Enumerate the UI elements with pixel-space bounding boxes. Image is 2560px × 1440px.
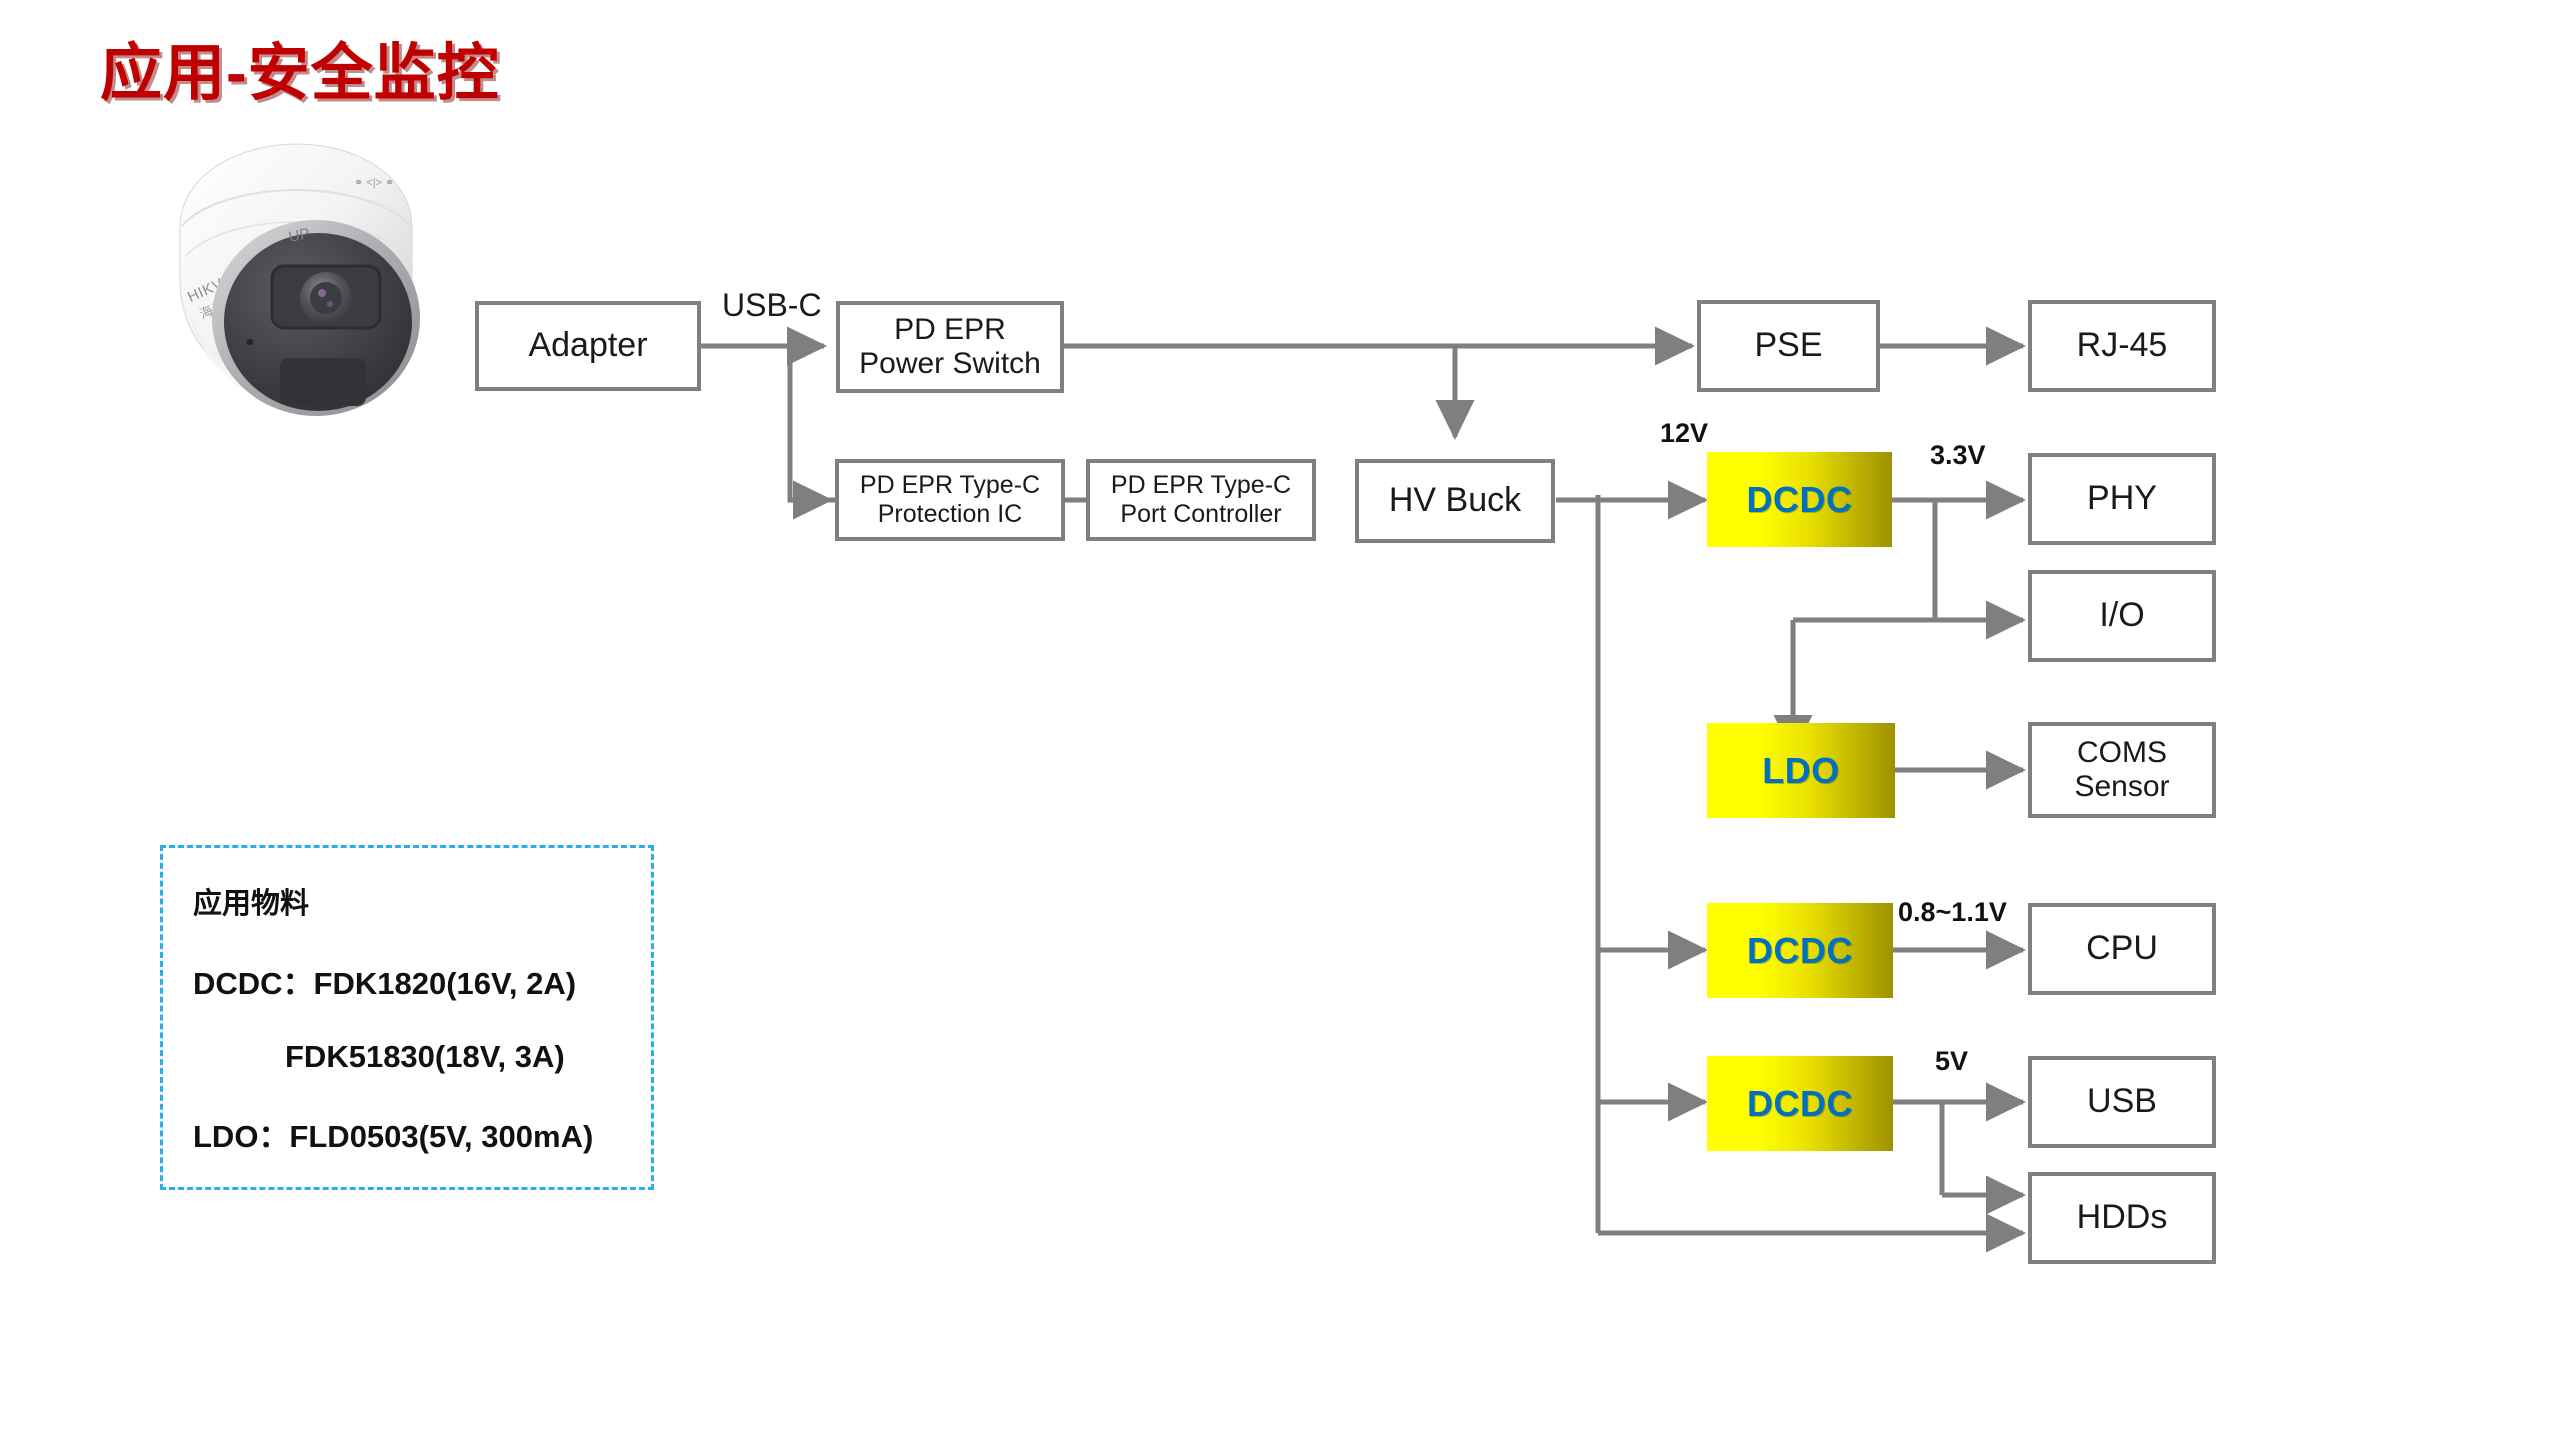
slide-canvas: 应用-安全监控 ⚭ <|> ⚭ UP Adapter PD EPR Power … [0,0,2560,1440]
camera-top-markings: ⚭ <|> ⚭ [354,177,394,189]
legend-row-dcdc-1: DCDC：FDK1820(16V, 2A) [193,966,577,1001]
label-12v: 12V [1660,418,1709,448]
block-hv-buck[interactable]: HV Buck [1355,459,1555,543]
camera-lens-assembly: UP [212,220,420,416]
label-5v: 5V [1935,1046,1969,1076]
block-hdds[interactable]: HDDs [2028,1172,2216,1264]
block-dcdc-3v3[interactable]: DCDC [1707,452,1892,547]
block-phy[interactable]: PHY [2028,453,2216,545]
label-3v3: 3.3V [1930,440,1986,470]
legend-box: 应用物料 DCDC：FDK1820(16V, 2A) FDK51830(18V,… [160,845,654,1190]
page-title: 应用-安全监控 [100,39,500,108]
block-pse[interactable]: PSE [1697,300,1880,392]
legend-title: 应用物料 [193,888,310,920]
block-cpu[interactable]: CPU [2028,903,2216,995]
block-pd-epr-type-c-protection-ic[interactable]: PD EPR Type-C Protection IC [835,459,1065,541]
block-pd-epr-type-c-port-controller[interactable]: PD EPR Type-C Port Controller [1086,459,1316,541]
block-ldo[interactable]: LDO [1707,723,1895,818]
block-dcdc-5v[interactable]: DCDC [1707,1056,1893,1151]
block-rj45[interactable]: RJ-45 [2028,300,2216,392]
legend-row-dcdc-2: FDK51830(18V, 3A) [285,1039,565,1074]
dome-security-camera: HIKVISION 海康威视 ⚭ <|> ⚭ UP [179,143,420,416]
block-pd-epr-power-switch[interactable]: PD EPR Power Switch [836,301,1064,393]
block-usb[interactable]: USB [2028,1056,2216,1148]
block-io[interactable]: I/O [2028,570,2216,662]
block-adapter[interactable]: Adapter [475,301,701,391]
label-cpu-rail: 0.8~1.1V [1898,897,2007,927]
block-dcdc-cpu[interactable]: DCDC [1707,903,1893,998]
block-coms-sensor[interactable]: COMS Sensor [2028,722,2216,818]
legend-row-ldo: LDO：FLD0503(5V, 300mA) [193,1119,594,1154]
label-usb-c: USB-C [722,287,822,323]
svg-text:⚭ <|> ⚭: ⚭ <|> ⚭ [354,177,394,189]
